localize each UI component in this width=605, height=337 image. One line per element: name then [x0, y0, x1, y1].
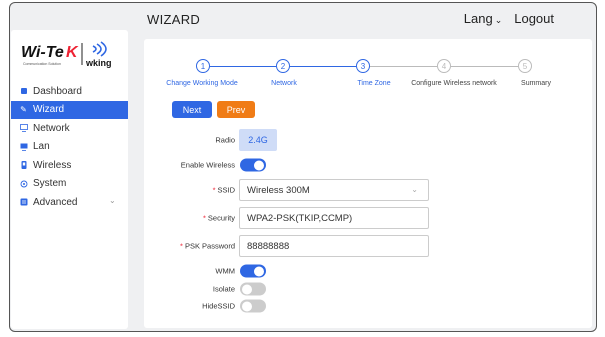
- step-connector: [290, 66, 356, 67]
- enable-wireless-row: Enable Wireless: [144, 154, 592, 176]
- svg-text:K: K: [66, 44, 79, 61]
- psk-label: * PSK Password: [180, 241, 235, 251]
- step-connector: [451, 66, 518, 67]
- security-field[interactable]: WPA2-PSK(TKIP,CCMP): [239, 207, 429, 229]
- chevron-down-icon: ⌄: [411, 185, 418, 194]
- isolate-toggle[interactable]: [240, 282, 266, 296]
- sidebar-item-label: Wizard: [33, 104, 65, 116]
- hidessid-toggle[interactable]: [240, 299, 266, 313]
- security-row: * Security WPA2-PSK(TKIP,CCMP): [144, 207, 592, 229]
- sidebar-item-label: Advanced: [33, 196, 78, 208]
- step-4-circle[interactable]: 4: [437, 59, 451, 73]
- sidebar-nav: Dashboard ✎ Wizard Network Lan Wireless …: [11, 82, 128, 212]
- step-2-circle[interactable]: 2: [276, 59, 290, 73]
- step-5-circle[interactable]: 5: [518, 59, 532, 73]
- sidebar-item-system[interactable]: System: [11, 175, 128, 194]
- wireless-icon: [19, 161, 28, 170]
- radio-label: Radio: [215, 135, 235, 145]
- ssid-value: Wireless 300M: [247, 184, 310, 196]
- sidebar-item-label: System: [33, 178, 67, 190]
- app-frame: WIZARD Lang ⌄ Logout Wi-Te K Communicatio…: [9, 2, 597, 332]
- step-3-circle[interactable]: 3: [356, 59, 370, 73]
- step-2-label: Network: [271, 80, 297, 87]
- step-connector: [210, 66, 276, 67]
- radio-value: 2.4G: [239, 129, 277, 151]
- dashboard-icon: [19, 87, 28, 96]
- lang-menu[interactable]: Lang ⌄: [464, 11, 502, 26]
- brand-logo: Wi-Te K Communication Solution wking: [21, 41, 112, 68]
- chevron-down-icon: ⌄: [109, 196, 116, 205]
- sidebar-item-wizard[interactable]: ✎ Wizard: [11, 100, 128, 119]
- enable-wireless-toggle[interactable]: [240, 158, 266, 172]
- psk-row: * PSK Password 88888888: [144, 235, 592, 257]
- logout-link[interactable]: Logout: [514, 11, 554, 26]
- hidessid-row: HideSSID: [144, 295, 592, 317]
- sidebar-item-wireless[interactable]: Wireless: [11, 156, 128, 175]
- security-label: * Security: [202, 213, 235, 223]
- svg-text:Communication Solution: Communication Solution: [23, 62, 61, 66]
- wmm-label: WMM: [215, 266, 235, 276]
- sidebar-item-advanced[interactable]: Advanced ⌄: [11, 193, 128, 212]
- radio-row: Radio 2.4G: [144, 129, 592, 151]
- ssid-row: * SSID Wireless 300M ⌄: [144, 179, 592, 201]
- ssid-label: * SSID: [212, 185, 235, 195]
- step-3-label: Time Zone: [357, 80, 391, 87]
- wmm-toggle[interactable]: [240, 264, 266, 278]
- next-button[interactable]: Next: [172, 101, 212, 118]
- step-1-label: Change Working Mode: [166, 80, 238, 87]
- sidebar-item-dashboard[interactable]: Dashboard: [11, 82, 128, 101]
- svg-text:wking: wking: [85, 58, 112, 68]
- wizard-stepper: 1 2 3 4 5 Change Working Mode Network Ti…: [144, 59, 592, 89]
- psk-password-field[interactable]: 88888888: [239, 235, 429, 257]
- isolate-label: Isolate: [212, 284, 235, 294]
- page-title: WIZARD: [147, 12, 201, 27]
- sidebar: Wi-Te K Communication Solution wking Das…: [11, 30, 128, 329]
- wizard-icon: ✎: [20, 105, 27, 115]
- header-actions: Lang ⌄ Logout: [464, 11, 554, 26]
- sidebar-item-network[interactable]: Network: [11, 119, 128, 138]
- sidebar-item-label: Lan: [33, 141, 50, 153]
- chevron-down-icon: ⌄: [494, 15, 503, 25]
- sidebar-item-label: Network: [33, 122, 70, 134]
- step-4-label: Configure Wireless network: [411, 80, 497, 87]
- wizard-card: 1 2 3 4 5 Change Working Mode Network Ti…: [144, 39, 592, 328]
- lang-label: Lang: [463, 11, 493, 26]
- sidebar-item-lan[interactable]: Lan: [11, 138, 128, 157]
- step-5-label: Summary: [521, 80, 551, 87]
- ssid-select[interactable]: Wireless 300M ⌄: [239, 179, 429, 201]
- step-1-circle[interactable]: 1: [196, 59, 210, 73]
- step-connector: [370, 66, 437, 67]
- lan-icon: [19, 142, 28, 151]
- enable-wireless-label: Enable Wireless: [180, 160, 235, 170]
- prev-button[interactable]: Prev: [217, 101, 255, 118]
- sidebar-item-label: Wireless: [33, 159, 72, 171]
- sidebar-item-label: Dashboard: [33, 85, 82, 97]
- monitor-icon: [19, 124, 28, 133]
- svg-text:Wi-Te: Wi-Te: [21, 44, 64, 61]
- system-icon: [19, 179, 28, 188]
- hidessid-label: HideSSID: [202, 301, 235, 311]
- advanced-icon: [19, 198, 28, 207]
